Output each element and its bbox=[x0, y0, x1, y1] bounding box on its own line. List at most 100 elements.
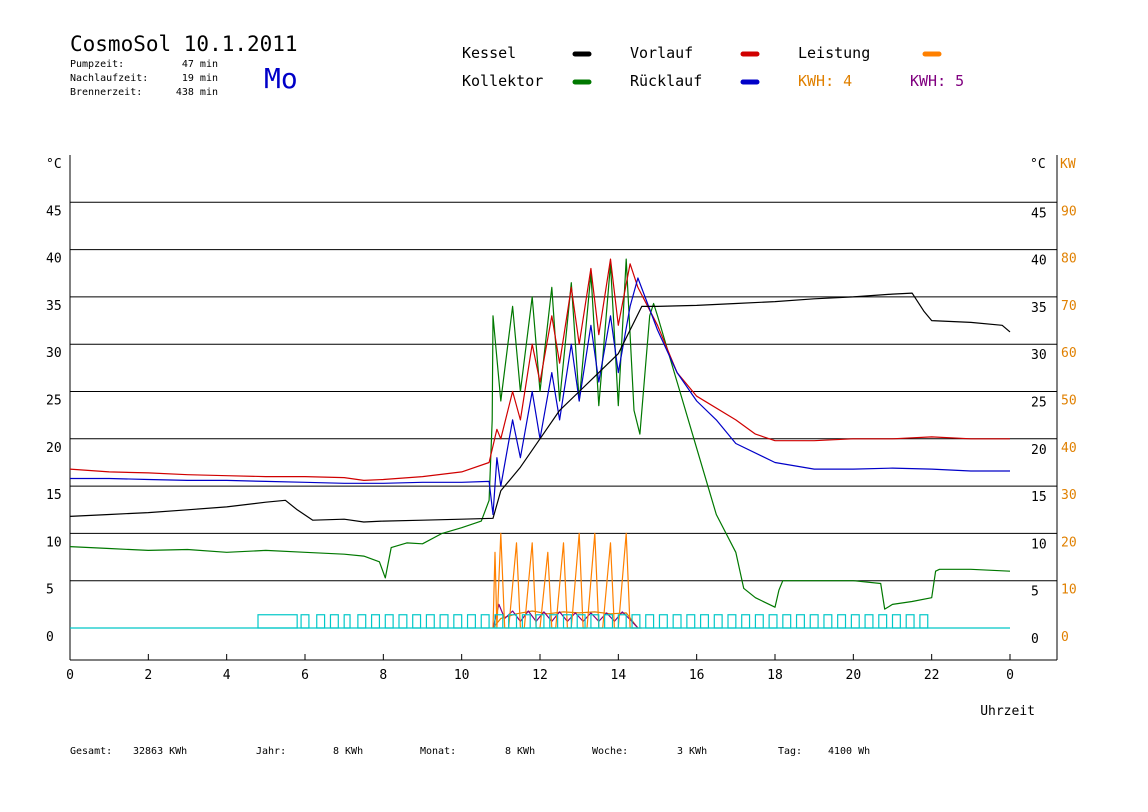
pump-pulse bbox=[919, 614, 929, 629]
pump-pulse bbox=[412, 614, 422, 629]
pump-pulse bbox=[878, 614, 888, 629]
tick-labels: 0 05 510 1015 1520 2025 2530 3035 3540 4045 450102… bbox=[46, 204, 1077, 683]
pump-pulse bbox=[823, 614, 833, 629]
y2-tick-label-80: 80 bbox=[1061, 252, 1077, 267]
legend: Kessel Kollektor Vorlauf Rücklauf Leistu… bbox=[462, 44, 964, 90]
footer-gesamt-label: Gesamt: bbox=[70, 746, 112, 757]
x-tick-label-2: 2 bbox=[144, 668, 152, 683]
pump-pulse bbox=[686, 614, 696, 629]
y2-tick-label-10: 10 bbox=[1061, 583, 1077, 598]
series-line-kollektor bbox=[69, 258, 1011, 610]
y-tick-label-5: 5 bbox=[46, 583, 54, 598]
y-tick-label-20: 20 bbox=[46, 441, 62, 456]
y-tick-label-45: 45 bbox=[46, 204, 62, 219]
x-tick-label-16: 16 bbox=[689, 668, 705, 683]
y-tick-label-10: 10 bbox=[46, 535, 62, 550]
footer-woche-value: 3 KWh bbox=[677, 746, 707, 757]
y-right-tick-label-40: 40 bbox=[1031, 254, 1047, 269]
y-right-tick-label-15: 15 bbox=[1031, 490, 1047, 505]
pump-pulse bbox=[658, 614, 668, 629]
x-tick-label-14: 14 bbox=[611, 668, 627, 683]
pump-pulse bbox=[300, 614, 310, 629]
footer-jahr-label: Jahr: bbox=[256, 746, 286, 757]
stat-value-nachlaufzeit: 19 min bbox=[182, 73, 218, 84]
pump-pulse bbox=[480, 614, 490, 629]
footer-monat-value: 8 KWh bbox=[505, 746, 535, 757]
y2-tick-label-70: 70 bbox=[1061, 299, 1077, 314]
y-tick-label-35: 35 bbox=[46, 299, 62, 314]
stats-block: Pumpzeit: 47 min Nachlaufzeit: 19 min Br… bbox=[70, 59, 218, 98]
y2-tick-label-50: 50 bbox=[1061, 394, 1077, 409]
y2-tick-label-20: 20 bbox=[1061, 535, 1077, 550]
footer-jahr-value: 8 KWh bbox=[333, 746, 363, 757]
y-tick-label-0: 0 bbox=[46, 630, 54, 645]
x-tick-label-6: 6 bbox=[301, 668, 309, 683]
pump-pulse bbox=[795, 614, 805, 629]
y-tick-label-15: 15 bbox=[46, 488, 62, 503]
x-tick-label-0: 0 bbox=[66, 668, 74, 683]
footer-monat-label: Monat: bbox=[420, 746, 456, 757]
pump-pulse bbox=[809, 614, 819, 629]
x-tick-label-4: 4 bbox=[223, 668, 231, 683]
y-right-tick-label-35: 35 bbox=[1031, 301, 1047, 316]
y-tick-label-30: 30 bbox=[46, 346, 62, 361]
y-tick-label-40: 40 bbox=[46, 252, 62, 267]
axes bbox=[69, 155, 1058, 661]
solar-chart: CosmoSol 10.1.2011 Mo Pumpzeit: 47 min N… bbox=[46, 32, 1077, 757]
pump-pulse bbox=[398, 614, 408, 629]
x-tick-label-24: 0 bbox=[1006, 668, 1014, 683]
y-tick-label-25: 25 bbox=[46, 394, 62, 409]
x-tick-label-18: 18 bbox=[767, 668, 783, 683]
y-axis-label-right: °C bbox=[1030, 157, 1046, 172]
stat-label-pumpzeit: Pumpzeit: bbox=[70, 59, 124, 70]
pump-pulse bbox=[329, 614, 339, 629]
legend-label-vorlauf: Vorlauf bbox=[630, 44, 693, 62]
pump-pulse bbox=[439, 614, 449, 629]
pump-pulse bbox=[343, 614, 351, 629]
x-tick-label-10: 10 bbox=[454, 668, 470, 683]
stat-label-nachlaufzeit: Nachlaufzeit: bbox=[70, 73, 148, 84]
y-right-tick-label-5: 5 bbox=[1031, 585, 1039, 600]
pump-pulse bbox=[713, 614, 723, 629]
x-axis-label: Uhrzeit bbox=[980, 704, 1035, 719]
pump-pulse bbox=[727, 614, 737, 629]
pump-pulse bbox=[768, 614, 778, 629]
y2-axis-label: KW bbox=[1060, 157, 1076, 172]
stat-label-brennerzeit: Brennerzeit: bbox=[70, 87, 142, 98]
pump-pulse bbox=[905, 614, 915, 629]
pump-pulse bbox=[425, 614, 435, 629]
pump-pulse bbox=[453, 614, 463, 629]
pump-pulse bbox=[316, 614, 326, 629]
legend-label-ruecklauf: Rücklauf bbox=[630, 72, 702, 90]
footer-gesamt-value: 32863 KWh bbox=[133, 746, 187, 757]
x-tick-label-20: 20 bbox=[846, 668, 862, 683]
x-tick-label-8: 8 bbox=[379, 668, 387, 683]
y2-tick-label-40: 40 bbox=[1061, 441, 1077, 456]
footer-tag-label: Tag: bbox=[778, 746, 802, 757]
series-line-kwh2 bbox=[492, 603, 639, 629]
pump-pulse bbox=[741, 614, 751, 629]
y-right-tick-label-30: 30 bbox=[1031, 348, 1047, 363]
footer-woche-label: Woche: bbox=[592, 746, 628, 757]
stat-value-brennerzeit: 438 min bbox=[176, 87, 218, 98]
pump-pulse bbox=[370, 614, 381, 629]
pump-pulse bbox=[604, 614, 614, 629]
footer-totals: Gesamt: 32863 KWh Jahr: 8 KWh Monat: 8 K… bbox=[70, 746, 870, 757]
y-right-tick-label-20: 20 bbox=[1031, 443, 1047, 458]
pump-pulse bbox=[699, 614, 710, 629]
pump-pulse bbox=[864, 614, 874, 629]
y2-tick-label-30: 30 bbox=[1061, 488, 1077, 503]
pump-pulse bbox=[754, 614, 764, 629]
y-right-tick-label-45: 45 bbox=[1031, 206, 1047, 221]
legend-kwh-2: KWH: 5 bbox=[910, 72, 964, 90]
legend-kwh-1: KWH: 4 bbox=[798, 72, 852, 90]
y2-tick-label-90: 90 bbox=[1061, 204, 1077, 219]
y-right-tick-label-25: 25 bbox=[1031, 396, 1047, 411]
pump-pulse bbox=[850, 614, 860, 629]
day-label: Mo bbox=[264, 62, 298, 95]
stat-value-pumpzeit: 47 min bbox=[182, 59, 218, 70]
series-lines bbox=[69, 258, 1011, 629]
pump-pulse bbox=[466, 614, 476, 629]
series-line-vorlauf bbox=[69, 258, 1010, 481]
legend-label-kollektor: Kollektor bbox=[462, 72, 543, 90]
